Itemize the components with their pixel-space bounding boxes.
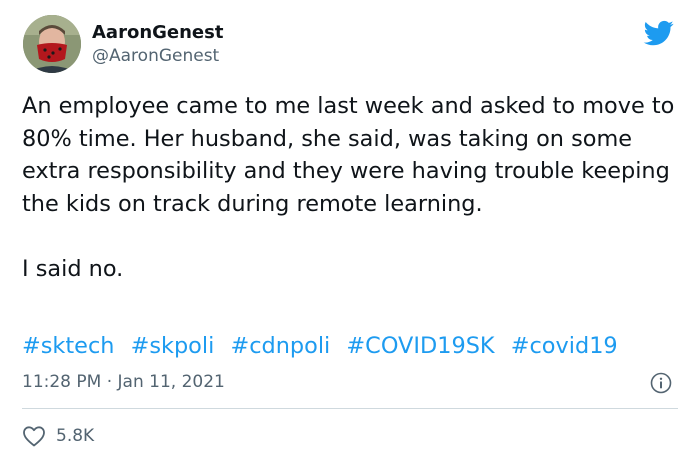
divider <box>22 408 678 409</box>
tweet-paragraph: I said no. <box>22 255 124 282</box>
hashtag-link[interactable]: #COVID19SK <box>346 333 494 359</box>
info-icon[interactable] <box>650 372 672 394</box>
author-name[interactable]: AaronGenest <box>92 22 223 43</box>
hashtag-link[interactable]: #cdnpoli <box>230 333 330 359</box>
avatar[interactable] <box>23 15 81 73</box>
tweet-paragraph: An employee came to me last week and ask… <box>22 93 675 217</box>
heart-icon <box>22 425 46 447</box>
author-handle[interactable]: @AaronGenest <box>92 46 219 66</box>
like-count: 5.8K <box>56 426 95 446</box>
tweet-text: An employee came to me last week and ask… <box>22 90 682 285</box>
hashtag-link[interactable]: #sktech <box>22 333 114 359</box>
hashtag-link[interactable]: #covid19 <box>511 333 618 359</box>
hashtag-link[interactable]: #skpoli <box>131 333 215 359</box>
twitter-bird-icon[interactable] <box>641 18 677 48</box>
hashtag-list: #sktech #skpoli #cdnpoli #COVID19SK #cov… <box>22 330 627 362</box>
like-button[interactable]: 5.8K <box>22 425 94 447</box>
tweet-timestamp[interactable]: 11:28 PM · Jan 11, 2021 <box>22 372 225 392</box>
